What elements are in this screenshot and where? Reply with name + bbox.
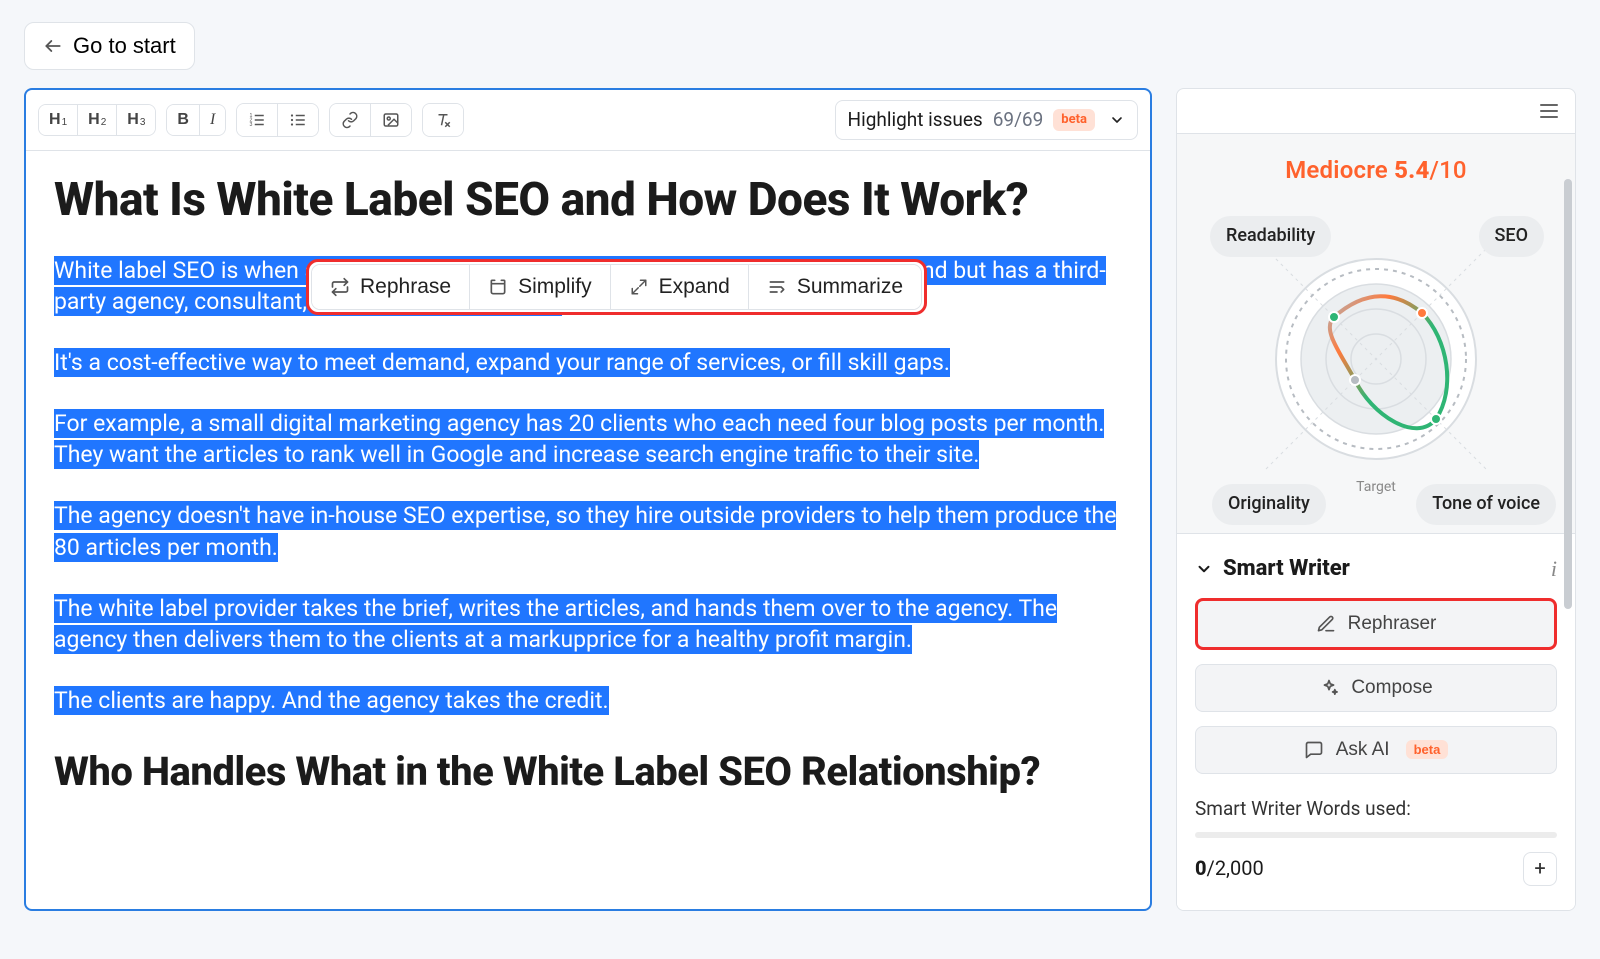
words-used-value: 0/2,000 — [1195, 855, 1264, 882]
heading-2-button[interactable]: H2 — [77, 105, 116, 135]
article-paragraph: The clients are happy. And the agency ta… — [54, 685, 1122, 716]
expand-button[interactable]: Expand — [610, 265, 748, 309]
score-summary: Mediocre 5.4/10 — [1195, 154, 1557, 186]
radar-chart: Readability SEO Originality Tone of voic… — [1226, 204, 1526, 497]
rephrase-label: Rephrase — [360, 275, 451, 299]
ask-ai-label: Ask AI — [1336, 739, 1390, 761]
chevron-down-icon[interactable] — [1195, 560, 1213, 578]
selection-smart-toolbar: Rephrase Simplify Expand — [306, 259, 927, 315]
rephraser-button[interactable]: Rephraser — [1195, 598, 1557, 650]
ask-ai-button[interactable]: Ask AI beta — [1195, 726, 1557, 774]
add-words-button[interactable]: + — [1523, 852, 1557, 886]
clear-group — [422, 103, 464, 137]
unordered-list-icon — [288, 110, 308, 130]
simplify-button[interactable]: Simplify — [469, 265, 610, 309]
image-icon — [381, 110, 401, 130]
side-panel: Mediocre 5.4/10 Readability SEO Original… — [1176, 88, 1576, 911]
bold-button[interactable]: B — [167, 105, 199, 135]
go-to-start-button[interactable]: Go to start — [24, 22, 195, 70]
article-paragraph: It's a cost-effective way to meet demand… — [54, 347, 1122, 378]
rephrase-icon — [330, 277, 350, 297]
article-paragraph: For example, a small digital marketing a… — [54, 408, 1122, 470]
highlight-issues-control[interactable]: Highlight issues 69/69 beta — [835, 100, 1138, 140]
info-icon[interactable]: i — [1551, 554, 1557, 584]
style-group: B I — [166, 104, 226, 136]
chat-icon — [1304, 740, 1324, 760]
ordered-list-button[interactable]: 123 — [237, 104, 277, 136]
link-icon — [340, 110, 360, 130]
side-menu-button[interactable] — [1537, 99, 1561, 123]
score-word: Mediocre — [1285, 156, 1388, 184]
article-heading-2: Who Handles What in the White Label SEO … — [54, 750, 1122, 794]
expand-label: Expand — [659, 275, 730, 299]
radar-target-label: Target — [1226, 478, 1526, 497]
arrow-left-icon — [43, 36, 63, 56]
smart-writer-card: Smart Writer i Rephraser Compose — [1177, 534, 1575, 909]
article-paragraph: The agency doesn't have in-house SEO exp… — [54, 500, 1122, 562]
article-paragraph: The white label provider takes the brief… — [54, 593, 1122, 655]
highlight-issues-label: Highlight issues — [848, 107, 983, 133]
list-group: 123 — [236, 103, 319, 137]
simplify-label: Simplify — [518, 275, 592, 299]
editor-toolbar: H1 H2 H3 B I 123 — [26, 90, 1150, 151]
beta-badge: beta — [1053, 109, 1095, 131]
side-scrollbar[interactable] — [1564, 179, 1572, 896]
unordered-list-button[interactable] — [277, 104, 318, 136]
heading-3-button[interactable]: H3 — [116, 105, 155, 135]
chevron-down-icon — [1109, 112, 1125, 128]
smart-writer-title: Smart Writer — [1223, 554, 1350, 584]
insert-group — [329, 103, 412, 137]
rephraser-icon — [1316, 614, 1336, 634]
svg-text:3: 3 — [250, 122, 253, 128]
article-heading-1: What Is White Label SEO and How Does It … — [54, 175, 1122, 226]
summarize-icon — [767, 277, 787, 297]
image-button[interactable] — [370, 104, 411, 136]
article-body[interactable]: What Is White Label SEO and How Does It … — [26, 151, 1150, 844]
radar-label-readability: Readability — [1210, 216, 1331, 256]
compose-label: Compose — [1351, 677, 1432, 699]
summarize-button[interactable]: Summarize — [748, 265, 921, 309]
compose-button[interactable]: Compose — [1195, 664, 1557, 712]
expand-icon — [629, 277, 649, 297]
go-to-start-label: Go to start — [73, 33, 176, 59]
radar-label-seo: SEO — [1479, 216, 1544, 256]
italic-button[interactable]: I — [199, 105, 225, 135]
simplify-icon — [488, 277, 508, 297]
link-button[interactable] — [330, 104, 370, 136]
score-value: 5.4 — [1394, 156, 1429, 184]
score-outof: /10 — [1430, 156, 1467, 184]
words-used-label: Smart Writer Words used: — [1195, 796, 1557, 822]
clear-formatting-button[interactable] — [423, 104, 463, 136]
summarize-label: Summarize — [797, 275, 903, 299]
rephrase-button[interactable]: Rephrase — [312, 265, 469, 309]
heading-1-button[interactable]: H1 — [39, 105, 77, 135]
clear-formatting-icon — [433, 110, 453, 130]
words-used-progress — [1195, 832, 1557, 838]
editor-pane: H1 H2 H3 B I 123 — [24, 88, 1152, 911]
ordered-list-icon: 123 — [247, 110, 267, 130]
heading-group: H1 H2 H3 — [38, 104, 156, 136]
highlight-issues-count: 69/69 — [993, 107, 1044, 133]
compose-icon — [1319, 678, 1339, 698]
rephraser-label: Rephraser — [1348, 613, 1437, 635]
beta-badge: beta — [1406, 740, 1449, 759]
